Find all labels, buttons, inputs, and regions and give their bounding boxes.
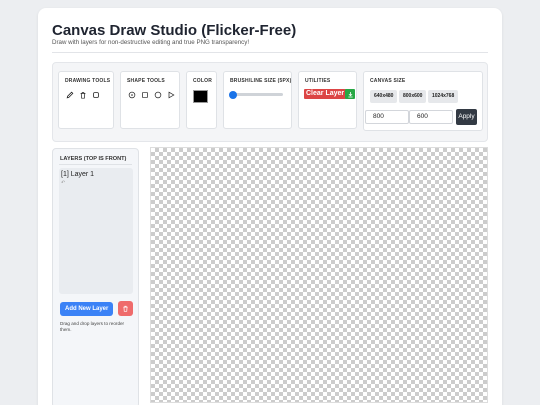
add-layer-button[interactable]: Add New Layer [60,302,114,316]
pencil-icon[interactable] [65,90,74,99]
eraser-icon[interactable] [91,90,100,99]
color-picker[interactable] [193,90,208,103]
layer-item-sub: ↶ [61,180,66,186]
preset-800x600-button[interactable]: 800x600 [399,90,427,103]
download-button[interactable] [345,89,355,99]
layers-divider [59,164,132,165]
apply-size-button[interactable]: Apply [456,109,477,125]
utilities-label: UTILITIES [305,78,331,84]
square-icon[interactable] [140,90,149,99]
brush-size-slider[interactable] [228,90,283,99]
drawing-tools-group: DRAWING TOOLS [58,71,114,129]
canvas-height-input[interactable]: 600 [409,110,453,124]
layers-title: LAYERS (TOP IS FRONT) [60,156,127,162]
trash-icon [123,305,128,312]
page-subtitle: Draw with layers for non-destructive edi… [52,39,250,46]
circle-icon[interactable] [153,90,162,99]
shape-tools-label: SHAPE TOOLS [127,78,165,84]
preset-1024x768-button[interactable]: 1024x768 [428,90,459,103]
header-divider [52,52,488,53]
color-group: COLOR [186,71,217,129]
color-label: COLOR [193,78,213,84]
toolbar: DRAWING TOOLS SHAPE TOOLS COLOR BRUSH/LI… [52,62,488,142]
download-icon [347,91,353,97]
shape-tools-group: SHAPE TOOLS [120,71,180,129]
layers-hint: Drag and drop layers to reorder them. [60,321,125,332]
canvas-size-label: CANVAS SIZE [370,78,406,84]
drawing-canvas[interactable] [150,147,488,403]
clear-layer-button[interactable]: Clear Layer [304,89,347,99]
trash-icon[interactable] [78,90,87,99]
brush-size-label: BRUSH/LINE SIZE (5PX) [230,78,292,84]
layer-list: [1] Layer 1 ↶ [59,168,133,294]
triangle-icon[interactable] [166,90,175,99]
canvas-size-group: CANVAS SIZE 640x480 800x600 1024x768 800… [363,71,483,131]
layer-item-label: [1] Layer 1 [61,171,95,178]
page-title: Canvas Draw Studio (Flicker-Free) [52,22,297,39]
delete-layer-button[interactable] [118,301,133,316]
brush-size-group: BRUSH/LINE SIZE (5PX) [223,71,292,129]
drawing-tools-label: DRAWING TOOLS [65,78,111,84]
canvas-width-input[interactable]: 800 [365,110,409,124]
slider-handle[interactable] [228,90,237,99]
utilities-group: UTILITIES Clear Layer [298,71,357,129]
app-window: Canvas Draw Studio (Flicker-Free) Draw w… [38,8,502,405]
layers-panel: LAYERS (TOP IS FRONT) [1] Layer 1 ↶ Add … [52,148,139,405]
target-icon[interactable] [127,90,136,99]
preset-640x480-button[interactable]: 640x480 [370,90,398,103]
